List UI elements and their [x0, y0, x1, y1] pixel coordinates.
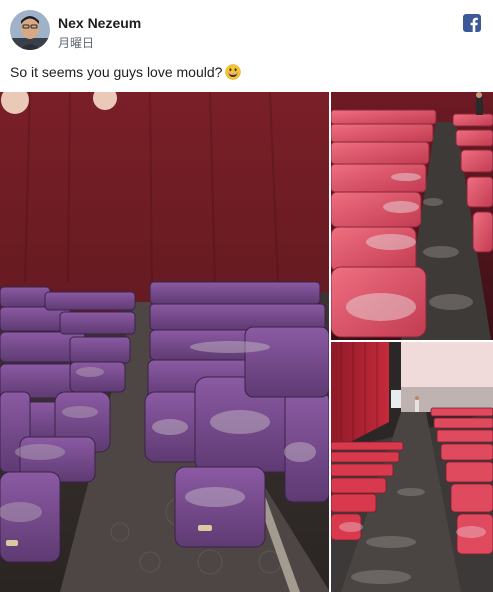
post-header: Nex Nezeum 月曜日: [10, 10, 483, 52]
photo-grid: [0, 92, 493, 592]
facebook-icon[interactable]: [463, 14, 481, 32]
post-caption: So it seems you guys love mould?: [10, 64, 242, 83]
facebook-post: Nex Nezeum 月曜日 So it seems you guys love…: [0, 0, 493, 592]
caption-text: So it seems you guys love mould?: [10, 64, 223, 80]
photo-cinema-hall-screen[interactable]: [331, 342, 493, 592]
photo-red-seats-closeup[interactable]: [331, 92, 493, 340]
avatar[interactable]: [10, 10, 50, 50]
photo-main-purple-seats[interactable]: [0, 92, 329, 592]
post-timestamp[interactable]: 月曜日: [58, 34, 94, 51]
grinning-face-emoji-icon: [225, 64, 242, 83]
author-name[interactable]: Nex Nezeum: [58, 15, 141, 31]
